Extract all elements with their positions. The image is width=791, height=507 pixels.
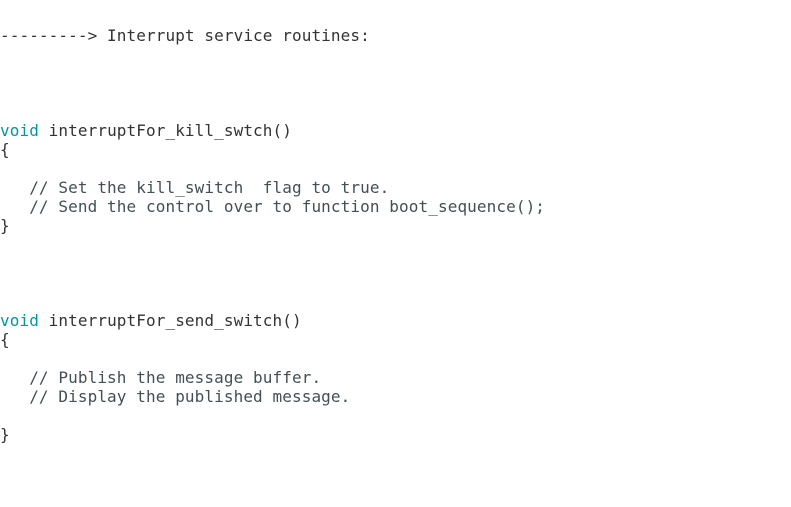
code-comment: // Set the kill_switch flag to true. [0,178,390,197]
function-declaration-kill-switch: void interruptFor_kill_swtch() [0,121,292,140]
code-comment: // Display the published message. [0,387,351,406]
section-heading-comment: ---------> Interrupt service routines: [0,26,370,45]
close-brace: } [0,216,10,235]
function-declaration-send-switch: void interruptFor_send_switch() [0,311,302,330]
code-comment: // Publish the message buffer. [0,368,322,387]
void-keyword: void [0,311,39,330]
close-brace: } [0,425,10,444]
function-signature: interruptFor_send_switch() [38,311,302,330]
open-brace: { [0,140,10,159]
code-editor[interactable]: ---------> Interrupt service routines: v… [0,0,791,507]
function-signature: interruptFor_kill_swtch() [38,121,292,140]
open-brace: { [0,330,10,349]
code-comment: // Send the control over to function boo… [0,197,546,216]
void-keyword: void [0,121,39,140]
